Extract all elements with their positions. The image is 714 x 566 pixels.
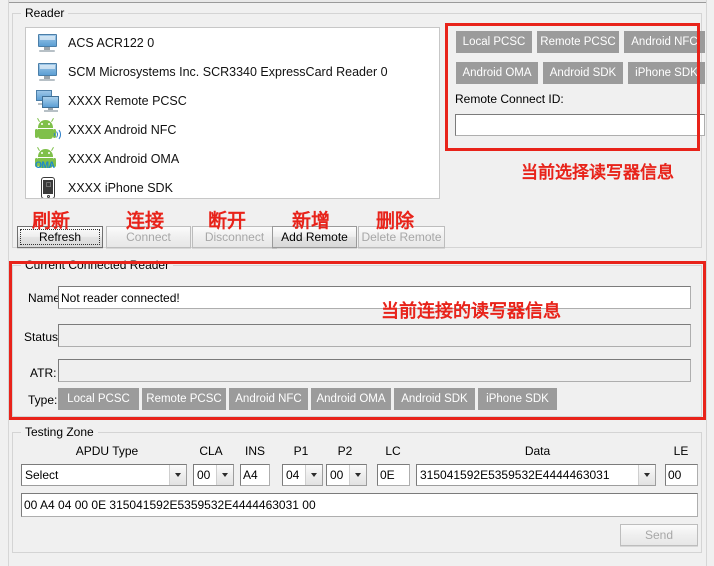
reader-group-legend: Reader [21, 6, 69, 20]
chip-local-pcsc[interactable]: Local PCSC [456, 31, 532, 53]
header-cla: CLA [199, 444, 223, 458]
window-top-edge [0, 0, 714, 3]
chevron-down-icon[interactable] [349, 465, 366, 485]
annotation-connected-reader: 当前连接的读写器信息 [381, 301, 561, 322]
command-line-value: 00 A4 04 00 0E 315041592E5359532E4444463… [24, 498, 316, 512]
chevron-down-icon[interactable] [169, 465, 186, 485]
list-item[interactable]: XXXX Android NFC [26, 115, 439, 144]
ins-value: A4 [243, 468, 258, 482]
cla-select[interactable]: 00 [193, 464, 234, 486]
data-value: 315041592E5359532E4444463031 [420, 468, 610, 482]
reader-list[interactable]: ACS ACR122 0 SCM Microsystems Inc. SCR33… [25, 27, 440, 199]
android-oma-icon: OMA [35, 146, 61, 171]
status-field[interactable] [58, 324, 691, 347]
remote-connect-id-label: Remote Connect ID: [455, 92, 564, 106]
annotation-disconnect: 断开 [208, 210, 247, 232]
list-item[interactable]: XXXX Remote PCSC [26, 86, 439, 115]
lc-input[interactable]: 0E [377, 464, 410, 486]
chevron-down-icon[interactable] [638, 465, 655, 485]
testing-group-legend: Testing Zone [21, 425, 98, 439]
header-apdu-type: APDU Type [75, 444, 139, 458]
apdu-type-value: Select [25, 468, 59, 482]
type-chip-local-pcsc[interactable]: Local PCSC [58, 388, 139, 410]
p2-select[interactable]: 00 [326, 464, 367, 486]
atr-field[interactable] [58, 359, 691, 382]
type-chip-android-sdk[interactable]: Android SDK [394, 388, 475, 410]
list-item-label: XXXX Remote PCSC [68, 93, 187, 108]
application-window: Reader ACS ACR122 0 SCM Microsystems Inc… [0, 0, 714, 566]
lc-value: 0E [380, 468, 395, 482]
chip-android-sdk[interactable]: Android SDK [543, 62, 623, 84]
list-item[interactable]: OMA XXXX Android OMA [26, 144, 439, 173]
list-item[interactable]: ACS ACR122 0 [26, 28, 439, 57]
chip-iphone-sdk[interactable]: iPhone SDK [628, 62, 705, 84]
header-ins: INS [244, 444, 265, 458]
type-chip-remote-pcsc[interactable]: Remote PCSC [142, 388, 226, 410]
type-chip-android-oma[interactable]: Android OMA [311, 388, 391, 410]
type-chip-iphone-sdk[interactable]: iPhone SDK [478, 388, 557, 410]
header-data: Data [524, 444, 551, 458]
window-left-edge [0, 0, 9, 566]
send-button[interactable]: Send [620, 524, 698, 546]
name-value: Not reader connected! [61, 290, 180, 305]
selected-reader-panel: Local PCSC Remote PCSC Android NFC Andro… [449, 26, 705, 144]
chip-android-oma[interactable]: Android OMA [456, 62, 538, 84]
p2-value: 00 [330, 468, 344, 482]
apdu-type-select[interactable]: Select [21, 464, 187, 486]
list-item[interactable]: SCM Microsystems Inc. SCR3340 ExpressCar… [26, 57, 439, 86]
annotation-refresh: 刷新 [32, 210, 71, 232]
status-label: Status: [24, 330, 62, 344]
name-field[interactable]: Not reader connected! [58, 286, 691, 309]
remote-connect-id-input[interactable] [455, 114, 705, 136]
p1-select[interactable]: 04 [282, 464, 323, 486]
cla-value: 00 [197, 468, 211, 482]
annotation-selected-reader: 当前选择读写器信息 [521, 163, 674, 183]
list-item-label: SCM Microsystems Inc. SCR3340 ExpressCar… [68, 64, 388, 79]
atr-label: ATR: [30, 366, 57, 380]
list-item-label: ACS ACR122 0 [68, 35, 155, 50]
chevron-down-icon[interactable] [216, 465, 233, 485]
le-value: 00 [668, 468, 682, 482]
header-p1: P1 [293, 444, 309, 458]
chip-remote-pcsc[interactable]: Remote PCSC [537, 31, 619, 53]
chip-android-nfc[interactable]: Android NFC [624, 31, 705, 53]
p1-value: 04 [286, 468, 300, 482]
iphone-icon:  [35, 176, 61, 198]
current-group-legend: Current Connected Reader [21, 258, 174, 272]
list-item-label: XXXX Android OMA [68, 151, 180, 166]
dual-monitor-icon [35, 89, 61, 113]
list-item[interactable]:  XXXX iPhone SDK [26, 173, 439, 198]
ins-input[interactable]: A4 [240, 464, 270, 486]
command-line-input[interactable]: 00 A4 04 00 0E 315041592E5359532E4444463… [21, 493, 698, 517]
monitor-icon [35, 60, 61, 84]
annotation-delete-remote: 删除 [376, 210, 415, 232]
window-right-edge [706, 0, 714, 566]
header-le: LE [673, 444, 689, 458]
annotation-add-remote: 新增 [292, 210, 331, 232]
android-nfc-icon [35, 117, 61, 142]
type-chip-android-nfc[interactable]: Android NFC [229, 388, 308, 410]
list-item-label: XXXX iPhone SDK [68, 180, 173, 195]
list-item-label: XXXX Android NFC [68, 122, 177, 137]
type-label: Type: [28, 393, 58, 407]
data-select[interactable]: 315041592E5359532E4444463031 [416, 464, 656, 486]
monitor-icon [35, 31, 61, 55]
send-button-label: Send [644, 528, 674, 542]
chevron-down-icon[interactable] [305, 465, 322, 485]
le-input[interactable]: 00 [665, 464, 698, 486]
annotation-connect: 连接 [126, 210, 165, 232]
header-lc: LC [385, 444, 401, 458]
header-p2: P2 [337, 444, 353, 458]
